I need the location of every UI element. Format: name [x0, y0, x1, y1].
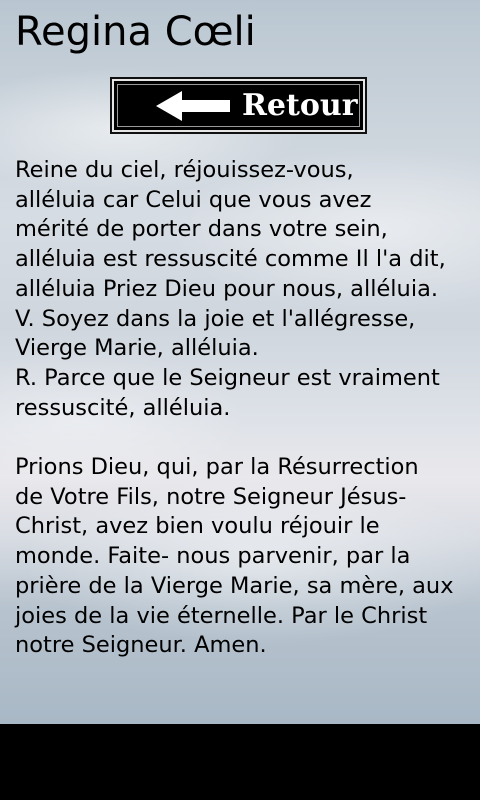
- back-button[interactable]: Retour: [110, 77, 367, 134]
- system-navigation-bar: [0, 724, 480, 800]
- prayer-text: Reine du ciel, réjouissez-vous, alléluia…: [15, 157, 454, 659]
- app-screen: Regina Cœli Retour Reine du ciel, réjoui…: [0, 0, 480, 724]
- back-button-label: Retour: [242, 88, 358, 123]
- page-title: Regina Cœli: [15, 9, 256, 55]
- arrow-left-icon: [156, 91, 230, 121]
